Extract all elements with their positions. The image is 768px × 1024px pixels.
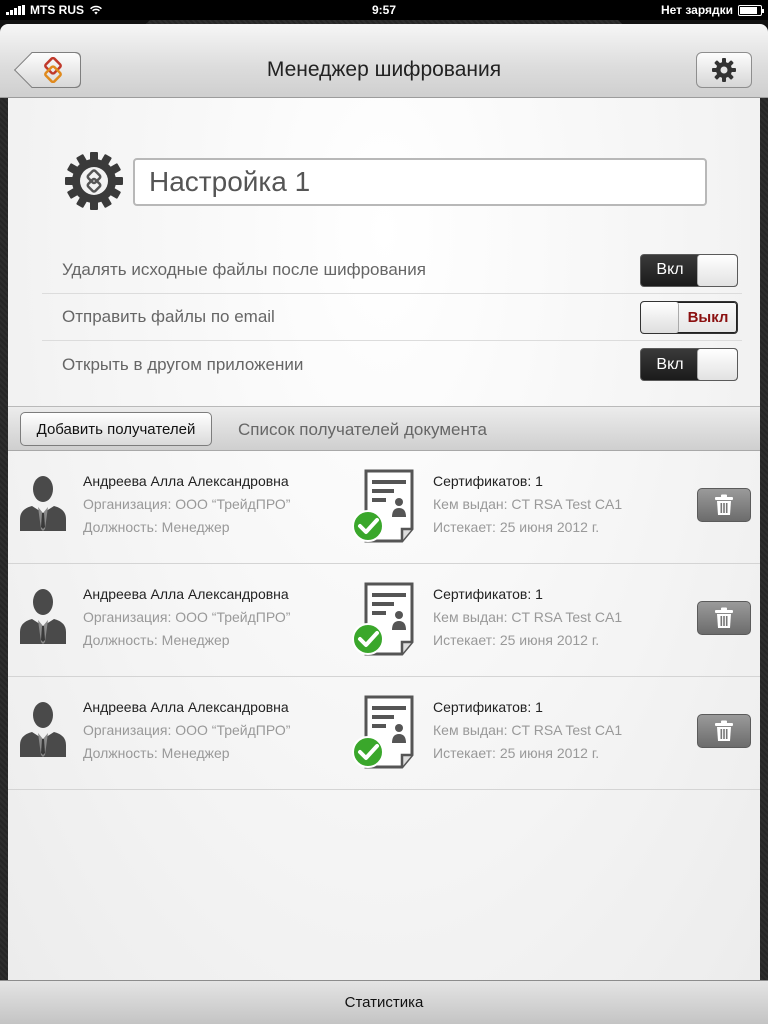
person-avatar-icon — [20, 589, 66, 644]
toggle-knob — [697, 254, 737, 286]
person-avatar-icon — [20, 476, 66, 531]
status-bar: MTS RUS 9:57 Нет зарядки — [0, 0, 768, 20]
toggle-delete-originals[interactable]: Вкл — [640, 253, 738, 287]
content-panel: Удалять исходные файлы после шифрования … — [8, 98, 760, 980]
navigation-bar: Менеджер шифрования — [0, 24, 768, 98]
recipient-organization: Организация: ООО “ТрейдПРО” — [83, 722, 291, 738]
tab-statistics[interactable]: Статистика — [345, 994, 424, 1011]
delete-recipient-button[interactable] — [697, 601, 751, 635]
option-row-delete-originals: Удалять исходные файлы после шифрования … — [42, 247, 742, 294]
settings-button[interactable] — [696, 52, 752, 88]
recipient-position: Должность: Менеджер — [83, 745, 230, 761]
trash-icon — [715, 720, 733, 741]
gear-icon — [712, 58, 736, 82]
certificate-expiry: Истекает: 25 июня 2012 г. — [433, 519, 600, 535]
certificate-issuer: Кем выдан: CT RSA Test CA1 — [433, 609, 623, 625]
signal-icon — [6, 5, 25, 15]
certificate-expiry: Истекает: 25 июня 2012 г. — [433, 632, 600, 648]
add-recipients-button[interactable]: Добавить получателей — [20, 412, 212, 446]
certificate-verified-icon — [352, 469, 414, 543]
recipient-organization: Организация: ООО “ТрейдПРО” — [83, 609, 291, 625]
certificate-issuer: Кем выдан: CT RSA Test CA1 — [433, 722, 623, 738]
option-label: Отправить файлы по email — [62, 307, 275, 326]
recipient-position: Должность: Менеджер — [83, 632, 230, 648]
page-title: Менеджер шифрования — [266, 58, 502, 81]
recipient-name: Андреева Алла Александровна — [83, 699, 289, 715]
delete-recipient-button[interactable] — [697, 714, 751, 748]
profile-name-input[interactable] — [133, 158, 707, 206]
certificate-count: Сертификатов: 1 — [433, 699, 543, 715]
option-row-send-email: Отправить файлы по email Выкл — [42, 294, 742, 341]
recipient-row[interactable]: Андреева Алла Александровна Организация:… — [8, 677, 760, 790]
recipients-header: Добавить получателей Список получателей … — [8, 406, 760, 451]
certificate-count: Сертификатов: 1 — [433, 473, 543, 489]
charging-label: Нет зарядки — [660, 3, 733, 17]
person-avatar-icon — [20, 702, 66, 757]
recipients-title: Список получателей документа — [238, 420, 487, 439]
carrier-label: MTS RUS — [30, 3, 84, 17]
toggle-text: Выкл — [687, 308, 729, 326]
delete-recipient-button[interactable] — [697, 488, 751, 522]
wifi-icon — [90, 5, 102, 15]
toggle-text: Вкл — [656, 261, 684, 278]
certificate-verified-icon — [352, 582, 414, 656]
certificate-verified-icon — [352, 695, 414, 769]
option-label: Удалять исходные файлы после шифрования — [62, 260, 426, 279]
certificate-count: Сертификатов: 1 — [433, 586, 543, 602]
toggle-knob — [697, 349, 737, 380]
recipient-position: Должность: Менеджер — [83, 519, 230, 535]
toggle-open-in-app[interactable]: Вкл — [640, 348, 738, 381]
battery-icon — [738, 4, 764, 16]
certificate-expiry: Истекает: 25 июня 2012 г. — [433, 745, 600, 761]
toggle-send-email[interactable]: Выкл — [640, 300, 738, 334]
option-row-open-in-app: Открыть в другом приложении Вкл — [42, 341, 742, 388]
status-time: 9:57 — [371, 3, 397, 17]
recipient-name: Андреева Алла Александровна — [83, 586, 289, 602]
status-right: Нет зарядки — [660, 3, 764, 17]
recipient-row[interactable]: Андреева Алла Александровна Организация:… — [8, 564, 760, 677]
recipient-organization: Организация: ООО “ТрейдПРО” — [83, 496, 291, 512]
certificate-issuer: Кем выдан: CT RSA Test CA1 — [433, 496, 623, 512]
option-label: Открыть в другом приложении — [62, 354, 304, 374]
toggle-knob — [641, 301, 679, 333]
recipient-row[interactable]: Андреева Алла Александровна Организация:… — [8, 451, 760, 564]
status-left: MTS RUS — [6, 3, 103, 17]
battery-fill — [740, 6, 757, 14]
trash-icon — [715, 494, 733, 515]
tab-bar: Статистика — [0, 980, 768, 1024]
recipient-name: Андреева Алла Александровна — [83, 473, 289, 489]
settings-gear-icon — [65, 152, 123, 210]
trash-icon — [715, 607, 733, 628]
toggle-text: Вкл — [656, 355, 684, 373]
